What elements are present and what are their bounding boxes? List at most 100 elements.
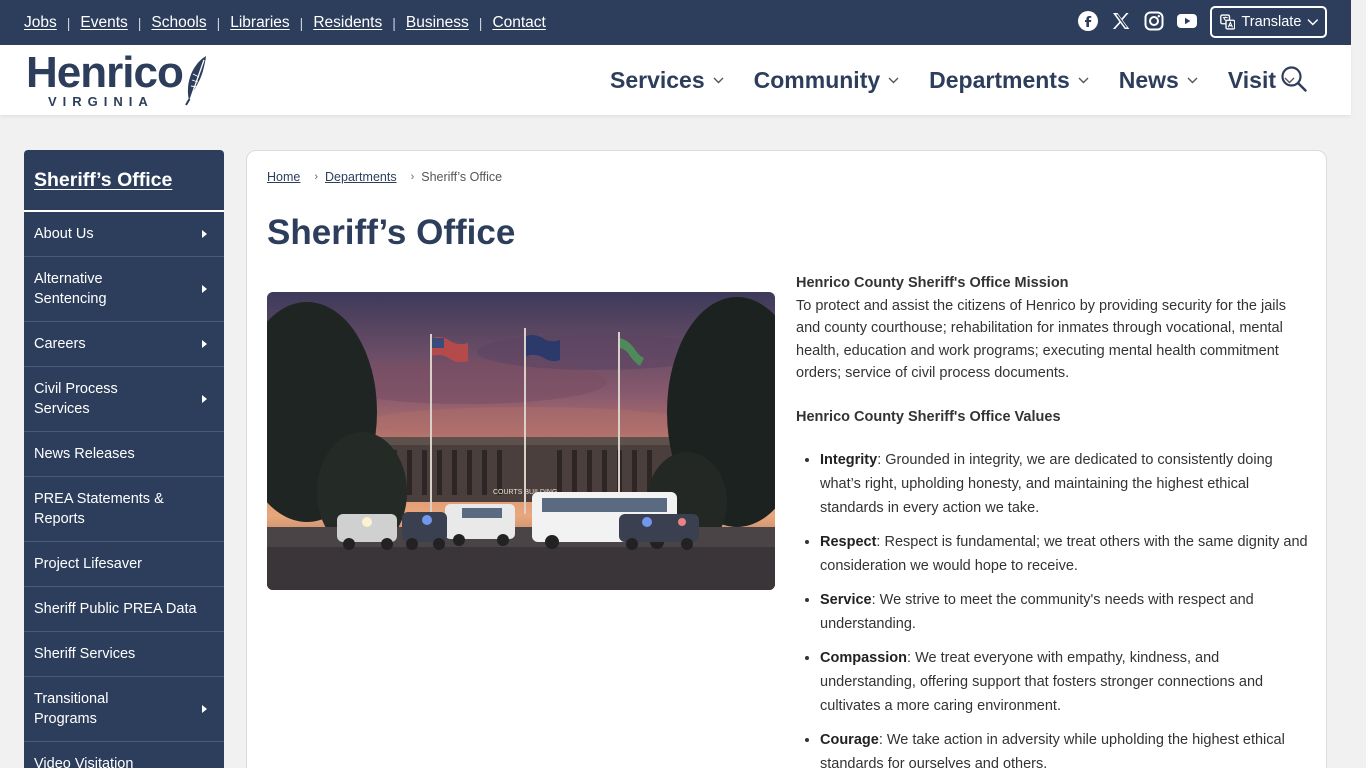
x-icon[interactable]	[1110, 9, 1131, 33]
sidebar-item-video-visitation[interactable]: Video Visitation	[24, 742, 224, 768]
list-item: Courage: We take action in adversity whi…	[820, 728, 1308, 768]
feather-icon	[185, 56, 206, 106]
chevron-down-icon	[888, 77, 899, 83]
value-term: Compassion	[820, 650, 908, 666]
value-text: : Respect is fundamental; we treat other…	[820, 534, 1308, 574]
logo-subtitle: VIRGINIA	[48, 94, 154, 109]
henrico-logo[interactable]: Henrico VIRGINIA	[26, 48, 216, 110]
chevron-down-icon	[1078, 77, 1089, 83]
section-sidebar: Sheriff’s Office About Us Alternative Se…	[24, 150, 224, 768]
value-text: : Grounded in integrity, we are dedicate…	[820, 452, 1273, 516]
values-list: Integrity: Grounded in integrity, we are…	[796, 448, 1308, 768]
translate-button[interactable]: Translate	[1210, 6, 1327, 38]
list-item: Respect: Respect is fundamental; we trea…	[820, 530, 1308, 578]
page-title: Sheriff’s Office	[267, 213, 516, 252]
mission-heading: Henrico County Sheriff's Office Mission	[796, 275, 1069, 291]
values-heading: Henrico County Sheriff's Office Values	[796, 408, 1061, 425]
sidebar-item-news-releases[interactable]: News Releases	[24, 432, 224, 477]
utility-link-business[interactable]: Business	[406, 14, 469, 32]
caret-right-icon[interactable]	[202, 395, 207, 403]
translate-icon	[1220, 14, 1236, 30]
search-icon[interactable]	[1281, 66, 1307, 97]
nav-departments[interactable]: Departments	[929, 67, 1089, 94]
value-text: : We strive to meet the community's need…	[820, 592, 1254, 632]
value-term: Service	[820, 592, 872, 608]
chevron-down-icon	[1187, 77, 1198, 83]
site-header: Henrico VIRGINIA Services Community Depa…	[0, 45, 1351, 115]
value-term: Integrity	[820, 452, 878, 468]
sidebar-item-label: Project Lifesaver	[34, 556, 142, 572]
sidebar-item-about-us[interactable]: About Us	[24, 212, 224, 257]
main-nav: Services Community Departments News Visi…	[610, 45, 1325, 115]
sidebar-item-transitional-programs[interactable]: Transitional Programs	[24, 677, 224, 742]
value-term: Courage	[820, 732, 879, 748]
value-term: Respect	[820, 534, 877, 550]
sidebar-item-sheriff-services[interactable]: Sheriff Services	[24, 632, 224, 677]
utility-link-jobs[interactable]: Jobs	[24, 14, 57, 32]
youtube-icon[interactable]	[1176, 9, 1197, 33]
list-item: Integrity: Grounded in integrity, we are…	[820, 448, 1308, 520]
sidebar-item-prea-statements[interactable]: PREA Statements & Reports	[24, 477, 224, 542]
nav-services[interactable]: Services	[610, 67, 724, 94]
sidebar-item-careers[interactable]: Careers	[24, 322, 224, 367]
sidebar-item-label: Sheriff Services	[34, 646, 136, 662]
sidebar-item-label: Civil Process Services	[34, 381, 118, 417]
social-links	[1077, 9, 1197, 33]
nav-label: Departments	[929, 66, 1070, 93]
chevron-down-icon	[1307, 19, 1319, 26]
sidebar-item-civil-process-services[interactable]: Civil Process Services	[24, 367, 224, 432]
utility-link-schools[interactable]: Schools	[151, 14, 206, 32]
list-item: Service: We strive to meet the community…	[820, 588, 1308, 636]
caret-right-icon[interactable]	[202, 340, 207, 348]
breadcrumb-departments[interactable]: Departments	[325, 170, 397, 184]
list-item: Compassion: We treat everyone with empat…	[820, 646, 1308, 718]
nav-label: Services	[610, 66, 705, 93]
separator: |	[216, 14, 221, 31]
sidebar-item-label: Careers	[34, 336, 86, 352]
sidebar-item-label: Sheriff Public PREA Data	[34, 601, 197, 617]
breadcrumb-home[interactable]: Home	[267, 170, 300, 184]
sidebar-item-label: About Us	[34, 226, 94, 242]
nav-label: Visit	[1227, 66, 1276, 93]
nav-community[interactable]: Community	[754, 67, 900, 94]
translate-label: Translate	[1241, 14, 1302, 30]
sidebar-title-link[interactable]: Sheriff’s Office	[24, 150, 224, 212]
instagram-icon[interactable]	[1143, 9, 1164, 33]
breadcrumb-separator: ›	[410, 171, 415, 183]
sidebar-title: Sheriff’s Office	[34, 168, 173, 191]
utility-link-events[interactable]: Events	[80, 14, 127, 32]
utility-link-contact[interactable]: Contact	[492, 14, 545, 32]
caret-right-icon[interactable]	[202, 230, 207, 238]
nav-news[interactable]: News	[1119, 67, 1198, 94]
utility-link-residents[interactable]: Residents	[313, 14, 382, 32]
chevron-down-icon	[713, 77, 724, 83]
utility-bar: Jobs | Events | Schools | Libraries | Re…	[0, 0, 1351, 45]
separator: |	[392, 14, 396, 31]
caret-right-icon[interactable]	[202, 285, 207, 293]
value-text: : We take action in adversity while upho…	[820, 732, 1285, 768]
sidebar-item-project-lifesaver[interactable]: Project Lifesaver	[24, 542, 224, 587]
separator: |	[66, 14, 71, 31]
sidebar-item-label: Video Visitation	[34, 756, 134, 768]
breadcrumb: Home › Departments › Sheriff’s Office	[267, 170, 502, 184]
sidebar-item-label: Alternative Sentencing	[34, 271, 107, 307]
nav-label: News	[1118, 66, 1179, 93]
separator: |	[299, 14, 304, 31]
mission-and-values: Henrico County Sheriff's Office Mission …	[796, 272, 1308, 768]
utility-link-libraries[interactable]: Libraries	[230, 14, 289, 32]
caret-right-icon[interactable]	[202, 705, 207, 713]
mission-text: To protect and assist the citizens of He…	[796, 297, 1287, 382]
sidebar-item-alternative-sentencing[interactable]: Alternative Sentencing	[24, 257, 224, 322]
nav-label: Community	[753, 66, 881, 93]
breadcrumb-separator: ›	[314, 171, 319, 183]
content-card: Home › Departments › Sheriff’s Office Sh…	[246, 150, 1327, 768]
separator: |	[478, 14, 483, 31]
sidebar-item-label: News Releases	[34, 446, 135, 462]
breadcrumb-current: Sheriff’s Office	[421, 170, 503, 184]
facebook-icon[interactable]	[1077, 9, 1098, 33]
utility-links: Jobs | Events | Schools | Libraries | Re…	[24, 0, 546, 45]
separator: |	[137, 14, 142, 31]
sidebar-item-sheriff-public-prea-data[interactable]: Sheriff Public PREA Data	[24, 587, 224, 632]
sidebar-item-label: Transitional Programs	[34, 691, 109, 727]
courts-building-photo: COURTS BUILDING	[267, 292, 775, 590]
